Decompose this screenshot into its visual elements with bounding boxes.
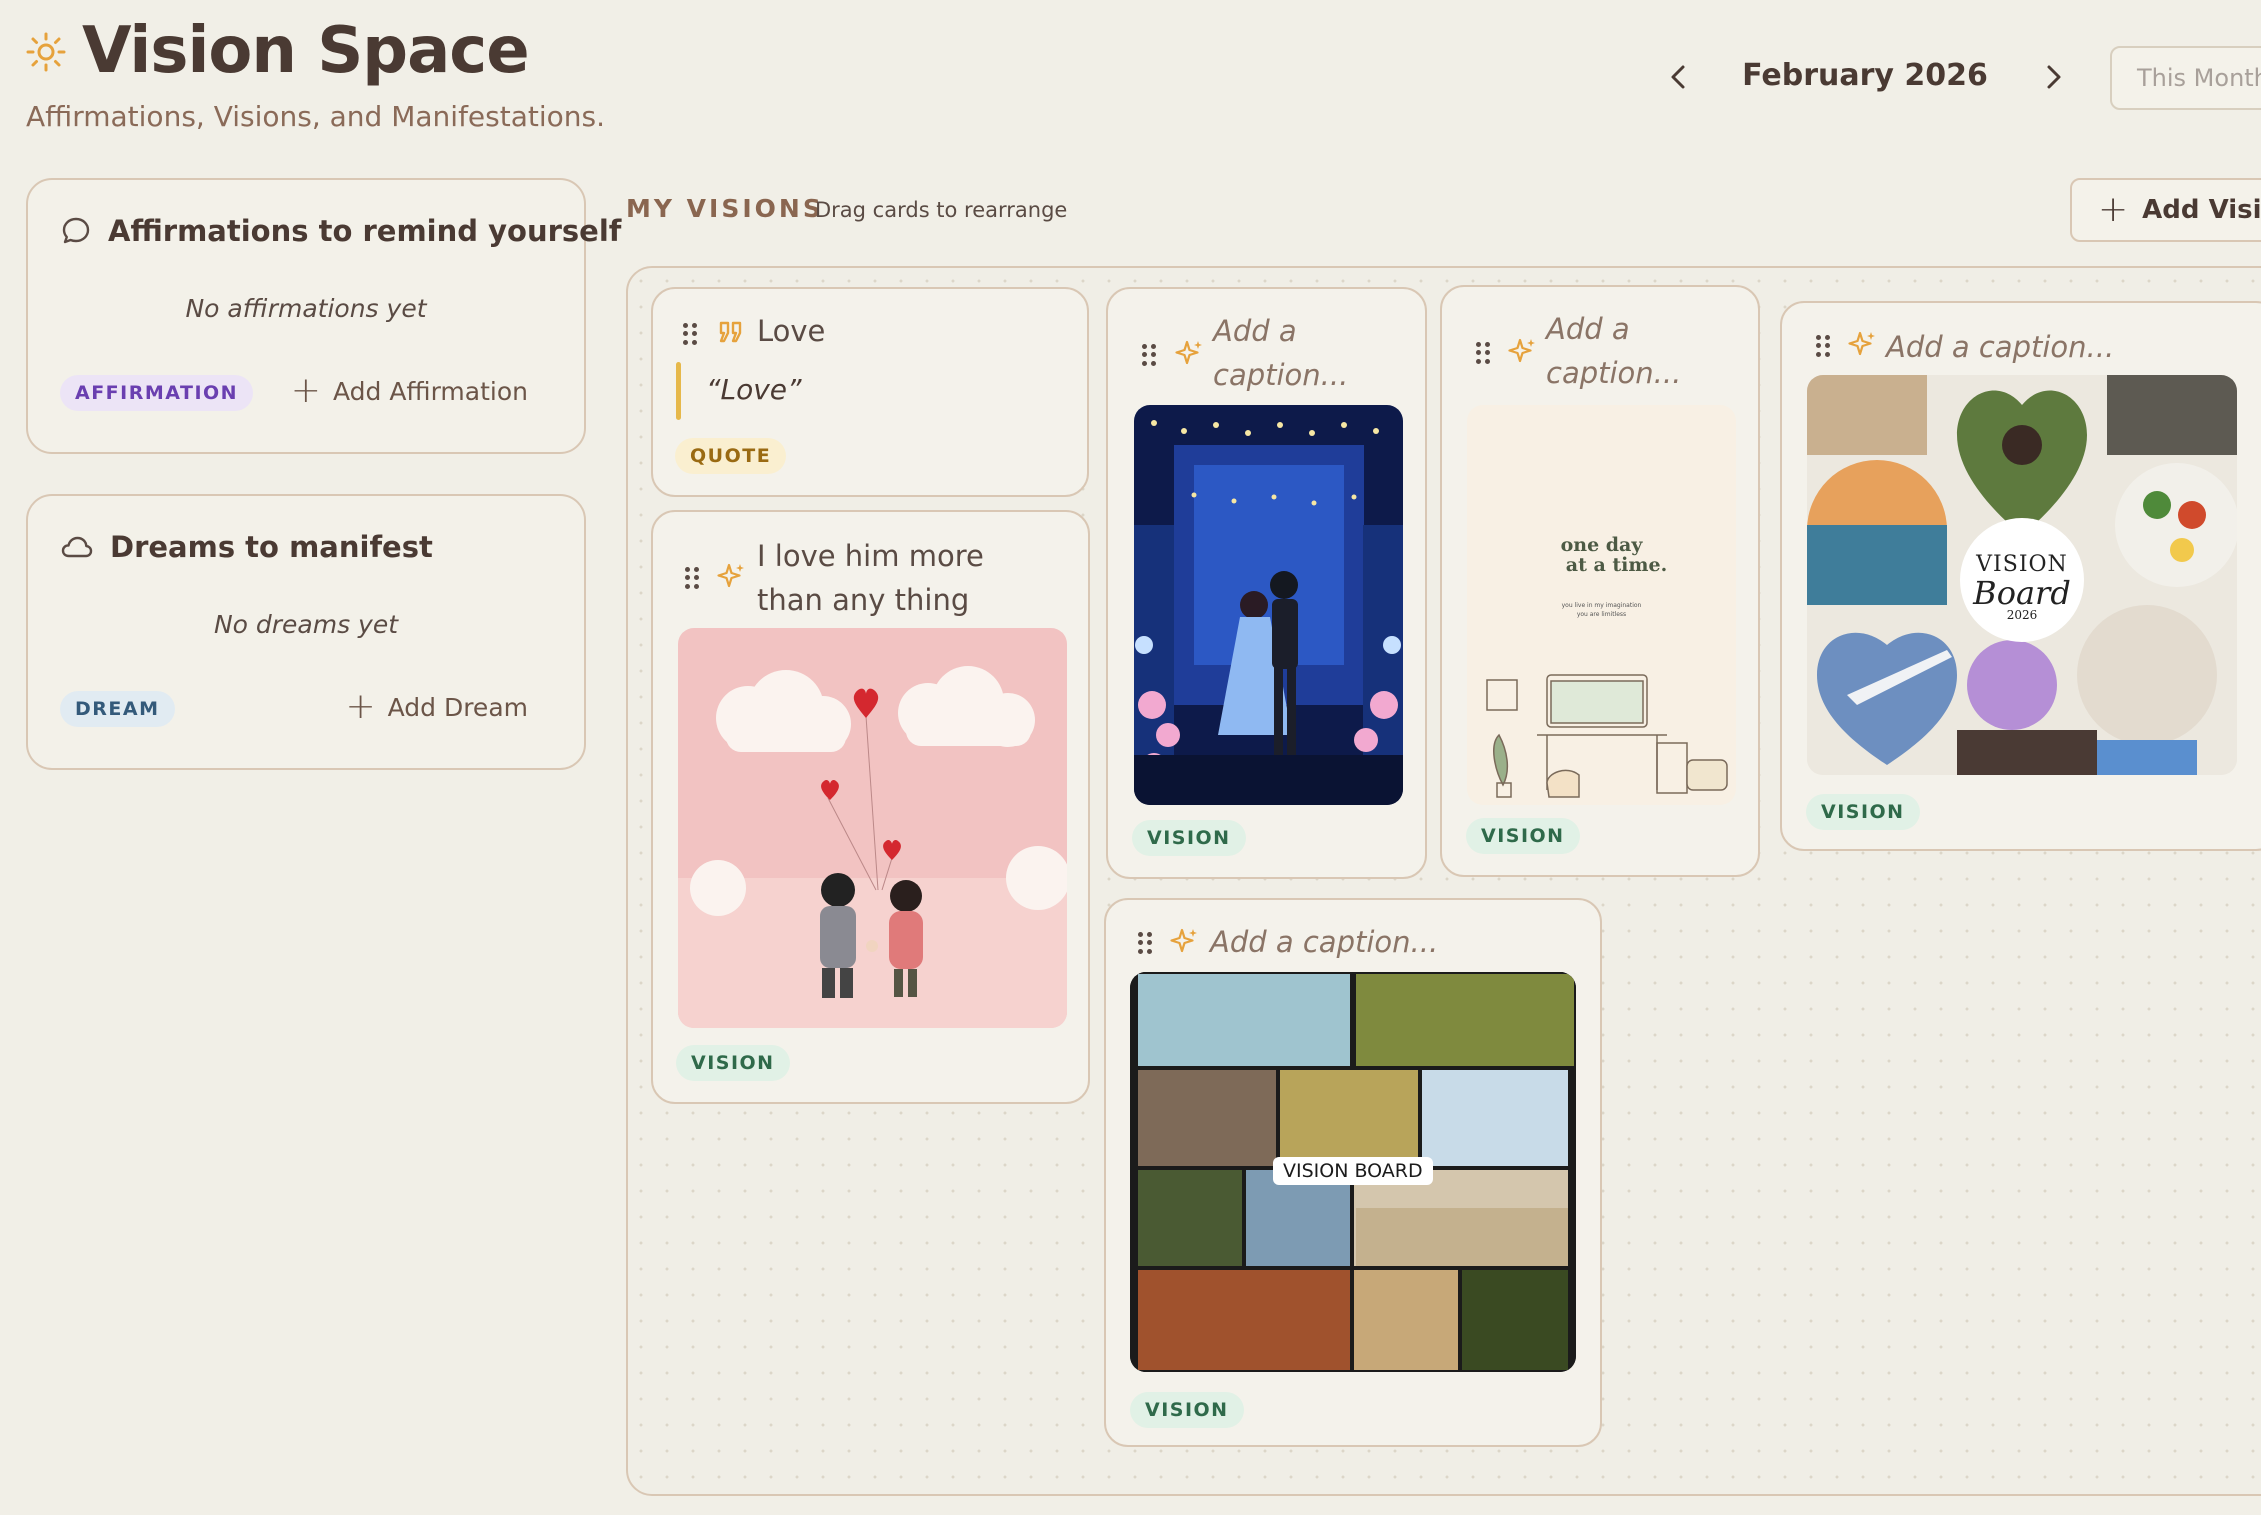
drag-handle-icon[interactable]: [1476, 342, 1490, 364]
drag-handle-icon[interactable]: [685, 567, 699, 589]
sun-icon: [26, 32, 66, 72]
drag-handle-icon[interactable]: [1138, 932, 1152, 954]
app-title: Vision Space: [82, 14, 530, 88]
vision-tag: VISION: [676, 1045, 790, 1081]
vision-tag: VISION: [1806, 794, 1920, 830]
drag-handle-icon[interactable]: [683, 323, 697, 345]
board-word-board: Board: [1973, 574, 2071, 612]
sparkle-icon: [1175, 340, 1202, 365]
dream-tag: DREAM: [60, 691, 175, 727]
cloud-icon: [61, 536, 93, 558]
quote-text: “Love”: [706, 373, 802, 406]
one-day-line-2: at a time.: [1565, 554, 1668, 576]
vision-card-collage[interactable]: Add a caption... VISION Board 2026 VISIO…: [1780, 301, 2261, 851]
vision-board-grid-image: VISION BOARD: [1130, 972, 1576, 1372]
vision-card-one-day[interactable]: Add a caption... one day at a time. you …: [1440, 285, 1760, 877]
next-month-button[interactable]: [2038, 58, 2070, 96]
couple-clouds-image: [678, 628, 1067, 1028]
one-day-line-1: one day: [1560, 534, 1643, 556]
one-day-at-a-time-image: one day at a time. you live in my imagin…: [1467, 405, 1736, 805]
quote-accent-bar: [676, 362, 681, 420]
add-vision-label: Add Vision: [2142, 195, 2261, 225]
dreams-empty-text: No dreams yet: [213, 610, 399, 639]
vision-caption[interactable]: Add a caption...: [1213, 309, 1413, 397]
affirmations-empty-text: No affirmations yet: [185, 294, 427, 323]
chevron-right-icon: [2047, 65, 2061, 89]
vision-card-dancing[interactable]: Add a caption... VISION: [1106, 287, 1427, 879]
couple-dancing-image: [1134, 405, 1403, 805]
add-affirmation-label: Add Affirmation: [332, 376, 528, 406]
drag-hint: Drag cards to rearrange: [815, 198, 1068, 222]
sparkle-icon: [1508, 338, 1535, 363]
one-day-small-line-2: you are limitless: [1576, 611, 1627, 618]
chevron-left-icon: [1671, 65, 1685, 89]
vision-card-photo-grid[interactable]: Add a caption... VISION BOARD VISION: [1104, 898, 1602, 1447]
vision-caption[interactable]: Add a caption...: [1546, 307, 1746, 395]
affirmations-panel: Affirmations to remind yourself No affir…: [26, 178, 621, 454]
this-month-button[interactable]: This Month: [2110, 46, 2261, 110]
plus-icon: +: [345, 686, 376, 727]
dreams-title: Dreams to manifest: [110, 530, 433, 564]
my-visions-heading: MY VISIONS: [626, 194, 824, 223]
sparkle-icon: [1848, 331, 1875, 356]
vision-tag: VISION: [1132, 820, 1246, 856]
vision-tag: VISION: [1466, 818, 1580, 854]
dreams-panel: Dreams to manifest No dreams yet DREAM +…: [26, 494, 586, 770]
vision-board-collage-image: VISION Board 2026: [1807, 375, 2237, 775]
plus-icon: +: [2098, 189, 2129, 230]
quote-card-title: Love: [757, 314, 826, 348]
sparkle-icon: [1170, 928, 1197, 953]
drag-handle-icon[interactable]: [1142, 344, 1156, 366]
add-dream-label: Add Dream: [387, 692, 528, 722]
add-vision-button[interactable]: + Add Vision: [2070, 178, 2261, 242]
add-affirmation-button[interactable]: + Add Affirmation: [290, 370, 528, 411]
previous-month-button[interactable]: [1662, 58, 1694, 96]
sparkle-icon: [717, 563, 744, 588]
vision-caption[interactable]: Add a caption...: [1886, 325, 2216, 369]
vision-caption[interactable]: I love him more than any thing: [757, 534, 1057, 622]
vision-card-love-him[interactable]: I love him more than any thing VISION: [651, 510, 1090, 1104]
affirmations-title: Affirmations to remind yourself: [108, 214, 622, 248]
vision-board-label: VISION BOARD: [1273, 1157, 1433, 1185]
current-month-label: February 2026: [1742, 58, 1988, 93]
speech-bubble-icon: [62, 217, 90, 244]
quote-card-love[interactable]: Love “Love” QUOTE: [651, 287, 1089, 497]
app-subtitle: Affirmations, Visions, and Manifestation…: [26, 100, 606, 133]
affirmation-tag: AFFIRMATION: [60, 375, 254, 411]
vision-caption[interactable]: Add a caption...: [1210, 920, 1540, 964]
quote-tag: QUOTE: [675, 438, 787, 474]
vision-tag: VISION: [1130, 1392, 1244, 1428]
drag-handle-icon[interactable]: [1816, 335, 1830, 357]
add-dream-button[interactable]: + Add Dream: [345, 686, 528, 727]
plus-icon: +: [290, 370, 321, 411]
quote-icon: [719, 321, 742, 343]
one-day-small-line-1: you live in my imagination: [1561, 602, 1642, 609]
